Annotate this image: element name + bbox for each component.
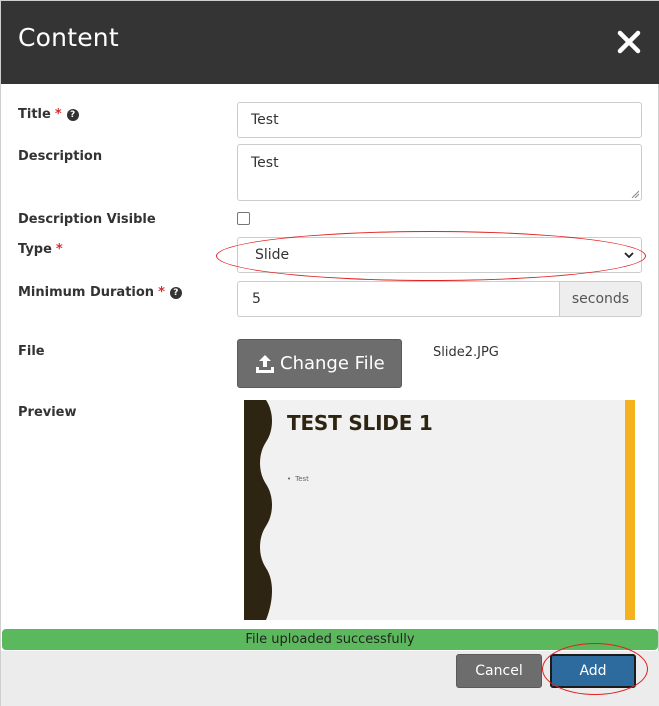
upload-icon [256,355,274,373]
slide-wave-decoration [244,400,272,620]
modal-header: Content [1,1,659,84]
slide-bullet: • Test [287,475,309,483]
min-duration-input[interactable]: 5 [237,281,559,317]
title-input[interactable]: Test [237,102,642,138]
type-selected-value: Slide [255,247,290,263]
close-icon [617,30,641,54]
change-file-button[interactable]: Change File [237,339,402,388]
content-modal: Content Title *? Test Description Test De… [0,0,659,706]
type-label: Type * [18,242,63,257]
resize-grip-icon[interactable] [631,190,639,198]
file-label: File [18,344,45,359]
description-label: Description [18,149,103,164]
type-select[interactable]: Slide [237,237,642,273]
duration-unit-addon: seconds [559,281,642,317]
title-label: Title *? [18,107,79,122]
required-marker: * [54,107,62,122]
description-visible-checkbox[interactable] [237,212,250,225]
preview-label: Preview [18,405,77,420]
slide-preview: TEST SLIDE 1 • Test [244,400,635,620]
cancel-button[interactable]: Cancel [456,654,542,688]
description-visible-label: Description Visible [18,212,156,227]
filename-text: Slide2.JPG [433,345,499,360]
modal-title: Content [18,23,119,52]
min-duration-label: Minimum Duration *? [18,285,182,300]
add-button[interactable]: Add [550,654,636,688]
close-button[interactable] [614,27,644,57]
slide-accent-bar [625,400,635,620]
required-marker: * [158,285,165,300]
change-file-label: Change File [280,353,385,374]
slide-title: TEST SLIDE 1 [287,411,433,435]
chevron-down-icon [624,252,634,259]
upload-success-message: File uploaded successfully [2,629,658,650]
required-marker: * [55,242,63,257]
question-circle-icon[interactable]: ? [66,109,79,121]
description-textarea[interactable]: Test [237,144,642,201]
description-value: Test [251,155,279,171]
question-circle-icon[interactable]: ? [169,287,182,299]
